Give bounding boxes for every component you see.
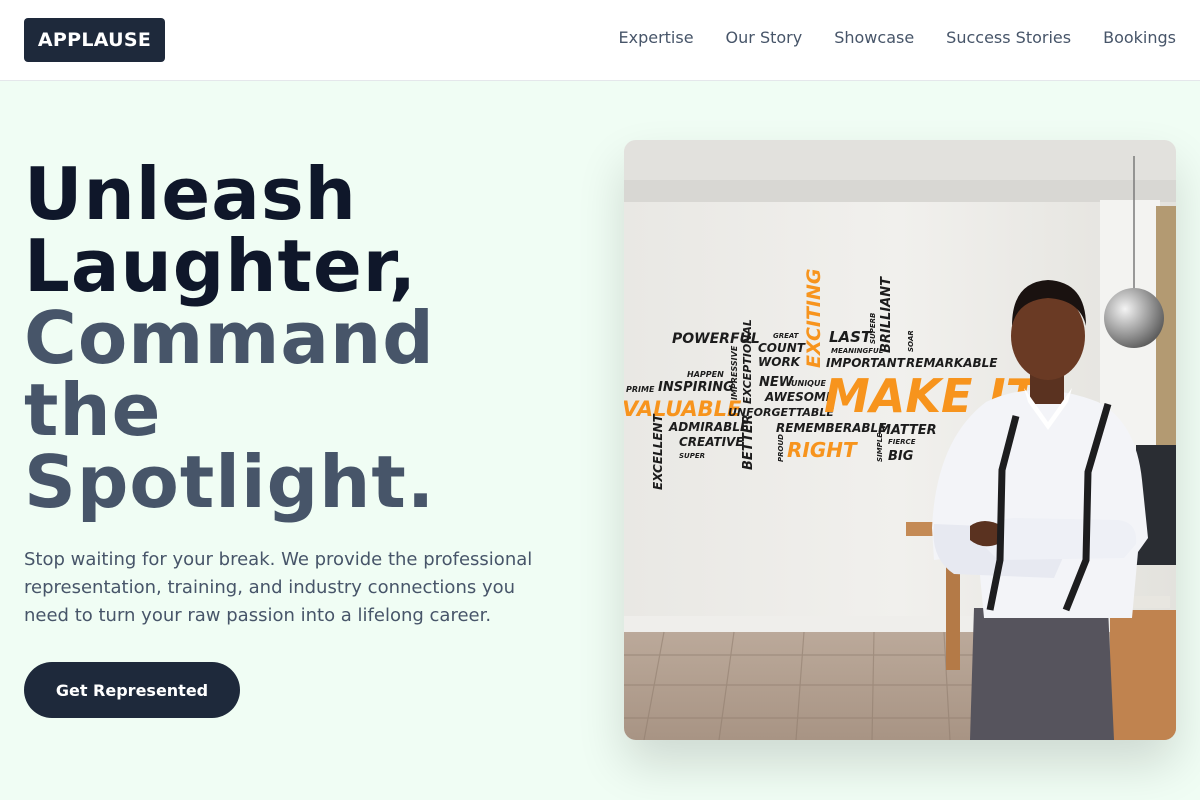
hero-title-line-2: Command the Spotlight. [24,296,436,524]
word-unique: UNIQUE [791,379,826,388]
word-important: IMPORTANT [826,356,906,370]
nav-link-our-story[interactable]: Our Story [726,28,803,47]
get-represented-button[interactable]: Get Represented [24,662,240,718]
word-rememberable: REMEMBERABLE [776,421,887,435]
hero-title-line-1: Unleash Laughter, [24,152,418,308]
word-proud: PROUD [777,434,785,462]
hero-subtitle: Stop waiting for your break. We provide … [24,549,533,626]
word-happen: HAPPEN [687,370,724,379]
nav-link-success-stories[interactable]: Success Stories [946,28,1071,47]
hero-title: Unleash Laughter, Command the Spotlight. [24,158,584,518]
word-excellent: EXCELLENT [651,413,665,490]
nav-links: Expertise Our Story Showcase Success Sto… [618,0,1176,74]
word-right: RIGHT [787,438,858,462]
word-exceptional: EXCEPTIONAL [741,319,754,404]
word-last: LAST [829,328,873,346]
word-big: BIG [888,449,914,464]
hero-image-illustration: POWERFUL GREAT COUNT WORK EXCITING LAST … [624,140,1176,740]
word-valuable: VALUABLE [624,397,742,421]
word-admirable: ADMIRABLE [668,420,749,434]
word-inspiring: INSPIRING [658,380,734,395]
desk-cabinet [1110,610,1176,740]
word-matter: MATTER [878,423,937,438]
word-brilliant: BRILLIANT [879,276,894,353]
word-great: GREAT [773,332,800,340]
person-trousers [970,608,1114,740]
word-soar: SOAR [907,330,915,352]
word-fierce: FIERCE [888,438,916,446]
word-exciting: EXCITING [803,269,825,369]
word-superb: SUPERB [869,313,877,344]
word-prime: PRIME [626,385,655,394]
word-super: SUPER [679,452,705,460]
nav-link-expertise[interactable]: Expertise [618,28,693,47]
lamp-shade [1104,288,1164,348]
hero-image: POWERFUL GREAT COUNT WORK EXCITING LAST … [624,140,1176,740]
word-better: BETTER [741,414,756,470]
nav-link-showcase[interactable]: Showcase [834,28,914,47]
word-work: WORK [758,355,802,369]
word-simple: SIMPLE [876,433,884,462]
navbar: APPLAUSE Expertise Our Story Showcase Su… [0,0,1200,81]
word-count: COUNT [758,341,806,355]
word-meaningful: MEANINGFUL [831,347,883,355]
ceiling-beam [624,180,1176,202]
word-remarkable: REMARKABLE [906,356,998,370]
word-new: NEW [759,375,794,390]
nav-link-bookings[interactable]: Bookings [1103,28,1176,47]
word-creative: CREATIVE [679,435,744,449]
logo[interactable]: APPLAUSE [24,18,165,62]
